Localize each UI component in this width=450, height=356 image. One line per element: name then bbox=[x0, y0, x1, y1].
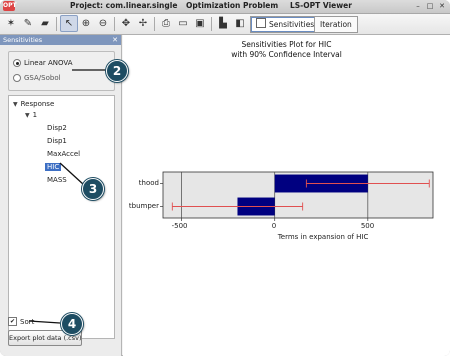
sort-label: Sort bbox=[20, 317, 35, 326]
save-icon[interactable]: ▣ bbox=[192, 16, 208, 31]
app-window: OPT Project: com.linear.single Optimizat… bbox=[0, 0, 450, 356]
radio-selected-icon bbox=[13, 59, 21, 67]
maximize-icon[interactable]: □ bbox=[426, 2, 434, 10]
panel-header: Sensitivities ✕ bbox=[0, 35, 121, 45]
panel-title: Sensitivities bbox=[3, 36, 43, 44]
new-icon[interactable]: ✶ bbox=[3, 16, 19, 31]
toolbar-separator bbox=[154, 17, 155, 31]
zoom-out-icon[interactable]: ⊖ bbox=[95, 16, 111, 31]
tree-item-label: Disp2 bbox=[47, 124, 67, 132]
window-subtitle: Optimization Problem bbox=[186, 1, 279, 10]
method-group: Linear ANOVA GSA/Sobol bbox=[8, 51, 115, 91]
tree-item-hic[interactable]: HIC bbox=[45, 163, 62, 171]
panel-close-icon[interactable]: ✕ bbox=[112, 35, 118, 45]
tree-node-response[interactable]: ▼ Response bbox=[13, 100, 54, 108]
tree-item-disp2[interactable]: Disp2 bbox=[47, 124, 67, 132]
layout-icon[interactable]: ◧ bbox=[232, 16, 248, 31]
tree-node-1[interactable]: ▼ 1 bbox=[25, 111, 37, 119]
x-tick-label: 0 bbox=[271, 222, 277, 230]
tab-sensitivities[interactable]: Sensitivities bbox=[250, 16, 321, 33]
tree-node-response-label: Response bbox=[20, 100, 55, 108]
x-tick-label: -500 bbox=[171, 222, 188, 230]
checkmark-icon: ✔ bbox=[8, 317, 17, 326]
radio-linear-anova[interactable]: Linear ANOVA bbox=[13, 59, 73, 67]
pan-icon[interactable]: ✢ bbox=[135, 16, 151, 31]
tree-item-label: MaxAccel bbox=[47, 150, 81, 158]
fit-view-icon[interactable]: ✥ bbox=[118, 16, 134, 31]
y-tick-label: thood bbox=[138, 178, 159, 187]
callout-2: 2 bbox=[106, 60, 128, 82]
radio-gsa-sobol[interactable]: GSA/Sobol bbox=[13, 74, 61, 82]
toolbar-separator bbox=[211, 17, 212, 31]
callout-4: 4 bbox=[61, 313, 83, 335]
pointer-icon[interactable]: ↖ bbox=[60, 15, 78, 32]
project-label: Project: com.linear.single bbox=[70, 1, 178, 10]
chart-icon[interactable]: ▙ bbox=[215, 16, 231, 31]
radio-gsa-sobol-label: GSA/Sobol bbox=[24, 74, 61, 82]
tree-item-maxaccel[interactable]: MaxAccel bbox=[47, 150, 80, 158]
tree-node-1-label: 1 bbox=[32, 111, 38, 119]
radio-unselected-icon bbox=[13, 74, 21, 82]
sort-checkbox[interactable]: ✔ Sort bbox=[8, 317, 34, 326]
sensitivities-tab-icon bbox=[256, 18, 266, 28]
toolbar: ✶ ✎ ▰ ↖ ⊕ ⊖ ✥ ✢ ⎙ ▭ ▣ ▙ ◧ Sensitivities … bbox=[0, 14, 450, 35]
close-icon[interactable]: ✕ bbox=[438, 2, 446, 10]
app-title: LS-OPT Viewer bbox=[290, 1, 352, 10]
sensitivities-panel: Sensitivities ✕ Linear ANOVA GSA/Sobol ▼… bbox=[0, 35, 122, 356]
radio-linear-anova-label: Linear ANOVA bbox=[24, 59, 73, 67]
zoom-in-icon[interactable]: ⊕ bbox=[78, 16, 94, 31]
expand-triangle-icon: ▼ bbox=[25, 112, 30, 119]
toolbar-separator bbox=[56, 17, 57, 31]
tree-item-label: MASS bbox=[47, 176, 67, 184]
tab-iteration[interactable]: Iteration bbox=[314, 16, 358, 33]
response-tree: ▼ Response ▼ 1 Disp2 Disp1 MaxAccel HIC MA… bbox=[8, 95, 115, 339]
tree-item-mass[interactable]: MASS bbox=[47, 176, 67, 184]
expand-triangle-icon: ▼ bbox=[13, 101, 18, 108]
minimize-icon[interactable]: – bbox=[414, 2, 422, 10]
tree-item-label: HIC bbox=[45, 163, 62, 171]
sensitivity-chart bbox=[160, 171, 434, 221]
open-folder-icon[interactable]: ▰ bbox=[37, 16, 53, 31]
x-axis-label: Terms in expansion of HIC bbox=[277, 233, 369, 241]
app-logo: OPT bbox=[3, 1, 17, 11]
tree-item-disp1[interactable]: Disp1 bbox=[47, 137, 67, 145]
toolbar-separator bbox=[114, 17, 115, 31]
tree-item-label: Disp1 bbox=[47, 137, 67, 145]
edit-icon[interactable]: ✎ bbox=[20, 16, 36, 31]
chart-area: Sensitivities Plot for HIC with 90% Conf… bbox=[123, 35, 450, 356]
print-icon[interactable]: ⎙ bbox=[158, 16, 174, 31]
y-tick-label: tbumper bbox=[128, 201, 159, 210]
tab-sensitivities-label: Sensitivities bbox=[269, 20, 315, 29]
tab-iteration-label: Iteration bbox=[320, 20, 352, 29]
title-bar: OPT Project: com.linear.single Optimizat… bbox=[0, 0, 450, 14]
callout-3: 3 bbox=[82, 178, 104, 200]
x-tick-label: 500 bbox=[360, 222, 375, 230]
folder-icon[interactable]: ▭ bbox=[175, 16, 191, 31]
